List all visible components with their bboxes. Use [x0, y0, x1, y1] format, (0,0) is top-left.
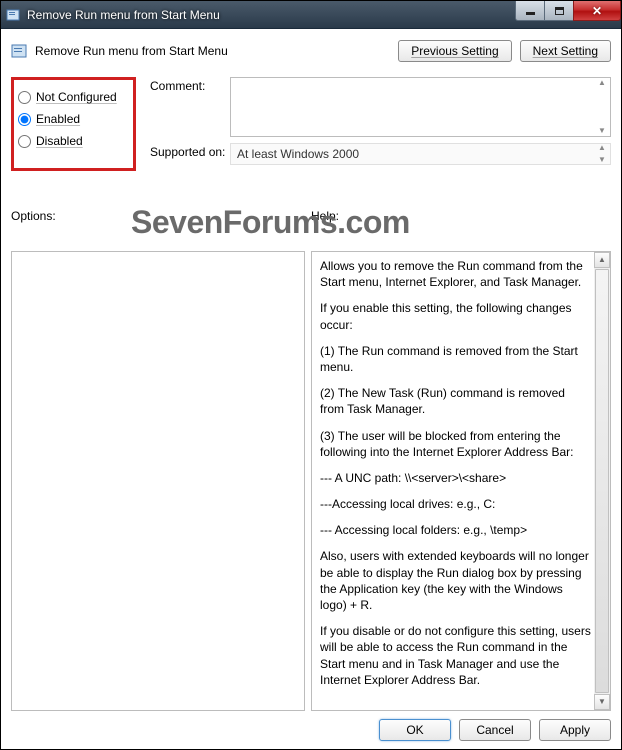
header-row: Remove Run menu from Start Menu Previous… — [11, 37, 611, 65]
policy-icon — [5, 7, 21, 23]
help-pane: Allows you to remove the Run command fro… — [311, 251, 611, 711]
cancel-button[interactable]: Cancel — [459, 719, 531, 741]
scrollbar[interactable]: ▲ ▼ — [594, 252, 610, 710]
chevron-up-icon[interactable]: ▲ — [595, 79, 609, 87]
radio-label-not-configured[interactable]: Not Configured — [36, 90, 117, 104]
radio-enabled[interactable] — [18, 113, 31, 126]
options-pane — [11, 251, 305, 711]
options-label: Options: — [11, 209, 311, 223]
scroll-down-icon[interactable]: ▼ — [594, 694, 610, 710]
radio-label-enabled[interactable]: Enabled — [36, 112, 80, 126]
next-setting-button[interactable]: Next Setting — [520, 40, 611, 62]
help-label: Help: — [311, 209, 339, 223]
apply-button[interactable]: Apply — [539, 719, 611, 741]
supported-on-value: At least Windows 2000 ▲ ▼ — [230, 143, 611, 165]
scroll-up-icon[interactable]: ▲ — [594, 252, 610, 268]
supported-on-label: Supported on: — [150, 143, 230, 165]
scroll-thumb[interactable] — [595, 269, 609, 693]
page-title: Remove Run menu from Start Menu — [35, 44, 398, 58]
previous-setting-button[interactable]: Previous Setting — [398, 40, 511, 62]
state-radio-group: Not Configured Enabled Disabled — [11, 77, 136, 171]
comment-textarea[interactable]: ▲ ▼ — [230, 77, 611, 137]
supported-on-text: At least Windows 2000 — [237, 147, 359, 161]
titlebar: Remove Run menu from Start Menu ✕ — [1, 1, 621, 29]
policy-icon — [11, 43, 27, 59]
ok-button[interactable]: OK — [379, 719, 451, 741]
radio-label-disabled[interactable]: Disabled — [36, 134, 83, 148]
radio-disabled[interactable] — [18, 135, 31, 148]
chevron-up-icon[interactable]: ▲ — [595, 144, 609, 152]
chevron-down-icon[interactable]: ▼ — [595, 156, 609, 164]
minimize-button[interactable] — [515, 1, 545, 21]
close-button[interactable]: ✕ — [573, 1, 621, 21]
window-title: Remove Run menu from Start Menu — [27, 8, 220, 22]
chevron-down-icon[interactable]: ▼ — [595, 127, 609, 135]
maximize-button[interactable] — [544, 1, 574, 21]
help-text: Allows you to remove the Run command fro… — [320, 258, 592, 711]
comment-label: Comment: — [150, 77, 230, 137]
window-controls: ✕ — [516, 1, 621, 21]
radio-not-configured[interactable] — [18, 91, 31, 104]
